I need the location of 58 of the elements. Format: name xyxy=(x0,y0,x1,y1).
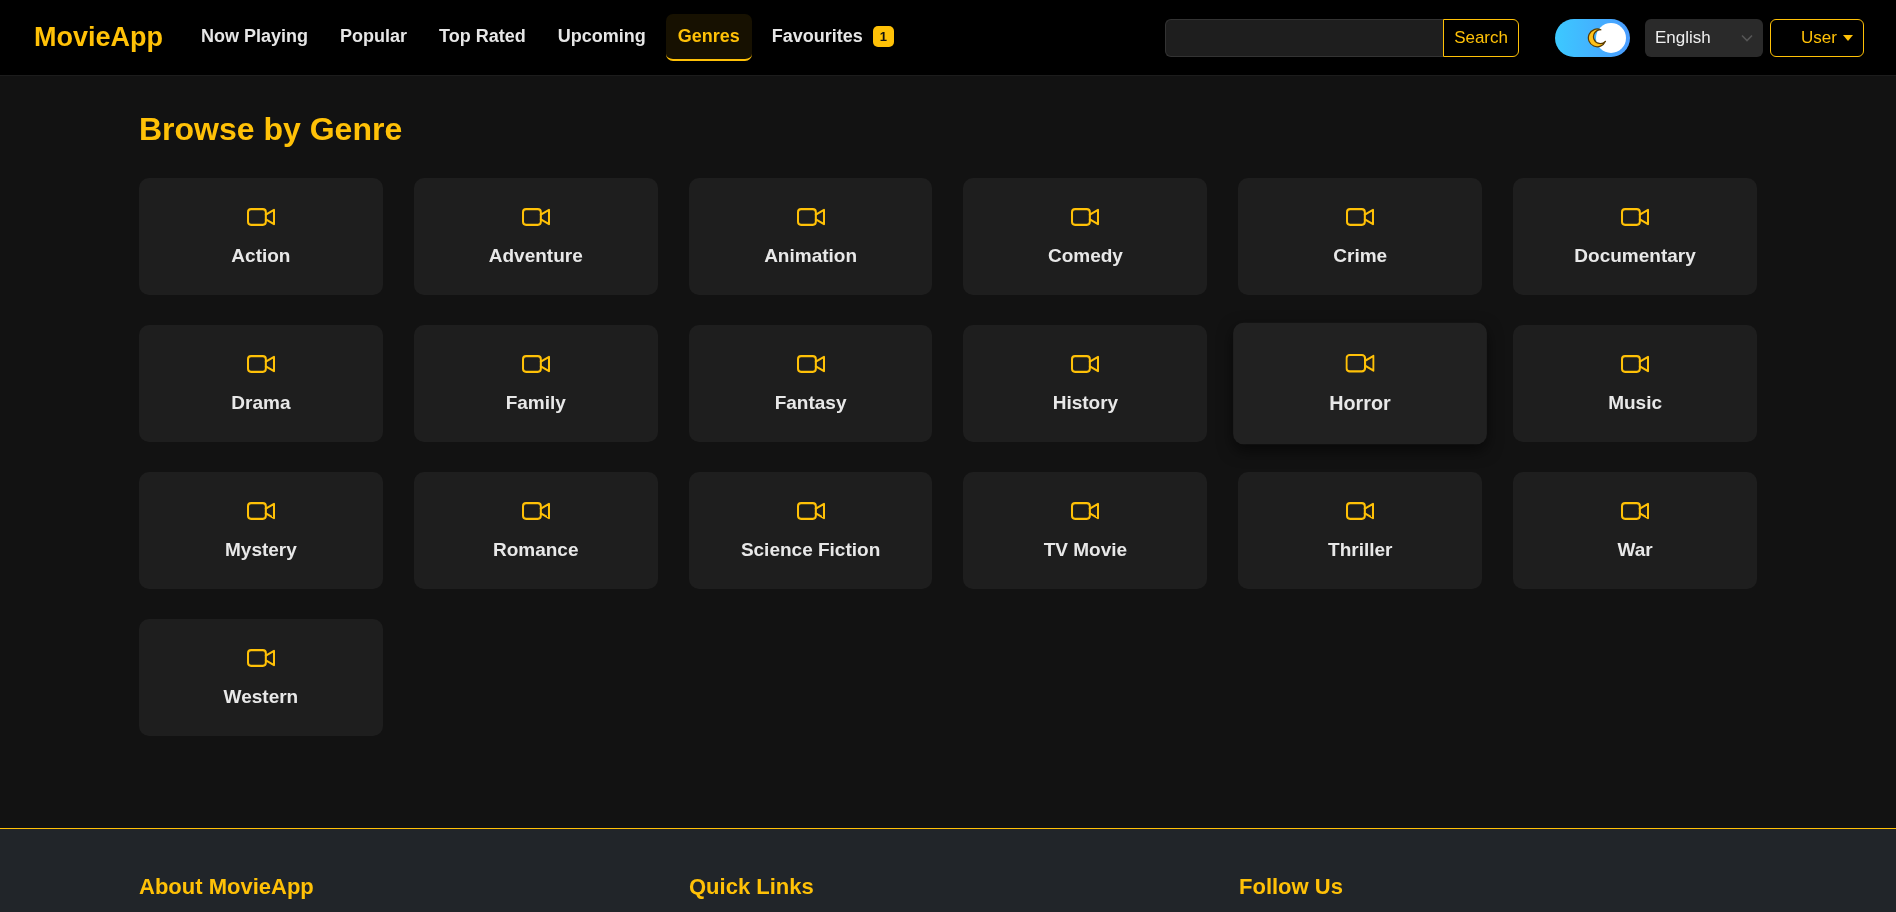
search-button[interactable]: Search xyxy=(1443,18,1519,57)
language-select[interactable]: English xyxy=(1645,18,1763,57)
video-camera-icon xyxy=(521,500,550,521)
caret-icon xyxy=(1843,34,1853,41)
genre-card[interactable]: Crime xyxy=(1238,178,1483,295)
nav-link[interactable]: Now Playing xyxy=(189,14,321,61)
search-field[interactable] xyxy=(1165,18,1444,57)
video-camera-icon xyxy=(1621,500,1650,521)
nav-link[interactable]: Top Rated xyxy=(427,14,538,61)
footer-heading: Quick Links xyxy=(689,873,814,901)
genre-card[interactable]: Science Fiction xyxy=(688,472,933,589)
genre-card[interactable]: Animation xyxy=(688,178,933,295)
genre-card[interactable]: Documentary xyxy=(1513,178,1757,295)
genre-card[interactable]: Comedy xyxy=(963,178,1208,295)
nav-link[interactable]: Favourites 1 xyxy=(759,14,907,61)
video-camera-icon xyxy=(1621,353,1650,374)
video-camera-icon xyxy=(1346,206,1375,227)
video-camera-icon xyxy=(246,500,275,521)
genre-card[interactable]: Drama xyxy=(139,325,383,442)
page-title: Browse by Genre xyxy=(139,110,404,148)
genre-card[interactable]: Family xyxy=(413,325,658,442)
footer-heading: About MovieApp xyxy=(139,873,314,901)
video-camera-icon xyxy=(796,353,825,374)
genre-card[interactable]: TV Movie xyxy=(963,472,1208,589)
nav-link[interactable]: Upcoming xyxy=(545,14,658,61)
video-camera-icon xyxy=(796,500,825,521)
genre-card[interactable]: War xyxy=(1513,472,1757,589)
genre-card[interactable]: Thriller xyxy=(1238,472,1483,589)
nav-link[interactable]: Genres xyxy=(665,14,752,61)
video-camera-icon xyxy=(1346,500,1375,521)
video-camera-icon xyxy=(1071,500,1100,521)
count-badge: 1 xyxy=(872,26,895,47)
footer-heading: Follow Us xyxy=(1239,873,1343,901)
genre-card[interactable]: Adventure xyxy=(413,178,658,295)
genre-card[interactable]: History xyxy=(963,325,1208,442)
genre-card[interactable]: Fantasy xyxy=(688,325,933,442)
genre-card[interactable]: Mystery xyxy=(139,472,383,589)
video-camera-icon xyxy=(246,647,275,668)
user-menu-button[interactable]: User xyxy=(1770,18,1864,57)
video-camera-icon xyxy=(521,206,550,227)
nav-link[interactable]: Popular xyxy=(328,14,420,61)
video-camera-icon xyxy=(246,353,275,374)
genre-card[interactable]: Horror xyxy=(1233,322,1488,445)
video-camera-icon xyxy=(521,353,550,374)
crescent-moon-icon xyxy=(1587,27,1607,48)
video-camera-icon xyxy=(796,206,825,227)
genre-card[interactable]: Western xyxy=(139,619,383,736)
video-camera-icon xyxy=(1071,353,1100,374)
chevron-down-icon xyxy=(1741,33,1753,42)
video-camera-icon xyxy=(1621,206,1650,227)
genre-card[interactable]: Action xyxy=(139,178,383,295)
genre-card[interactable]: Music xyxy=(1513,325,1757,442)
video-camera-icon xyxy=(1345,352,1375,374)
video-camera-icon xyxy=(1071,206,1100,227)
brand-logo-text[interactable]: MovieApp xyxy=(34,22,163,53)
theme-toggle[interactable] xyxy=(1555,18,1630,57)
video-camera-icon xyxy=(246,206,275,227)
genre-card[interactable]: Romance xyxy=(413,472,658,589)
